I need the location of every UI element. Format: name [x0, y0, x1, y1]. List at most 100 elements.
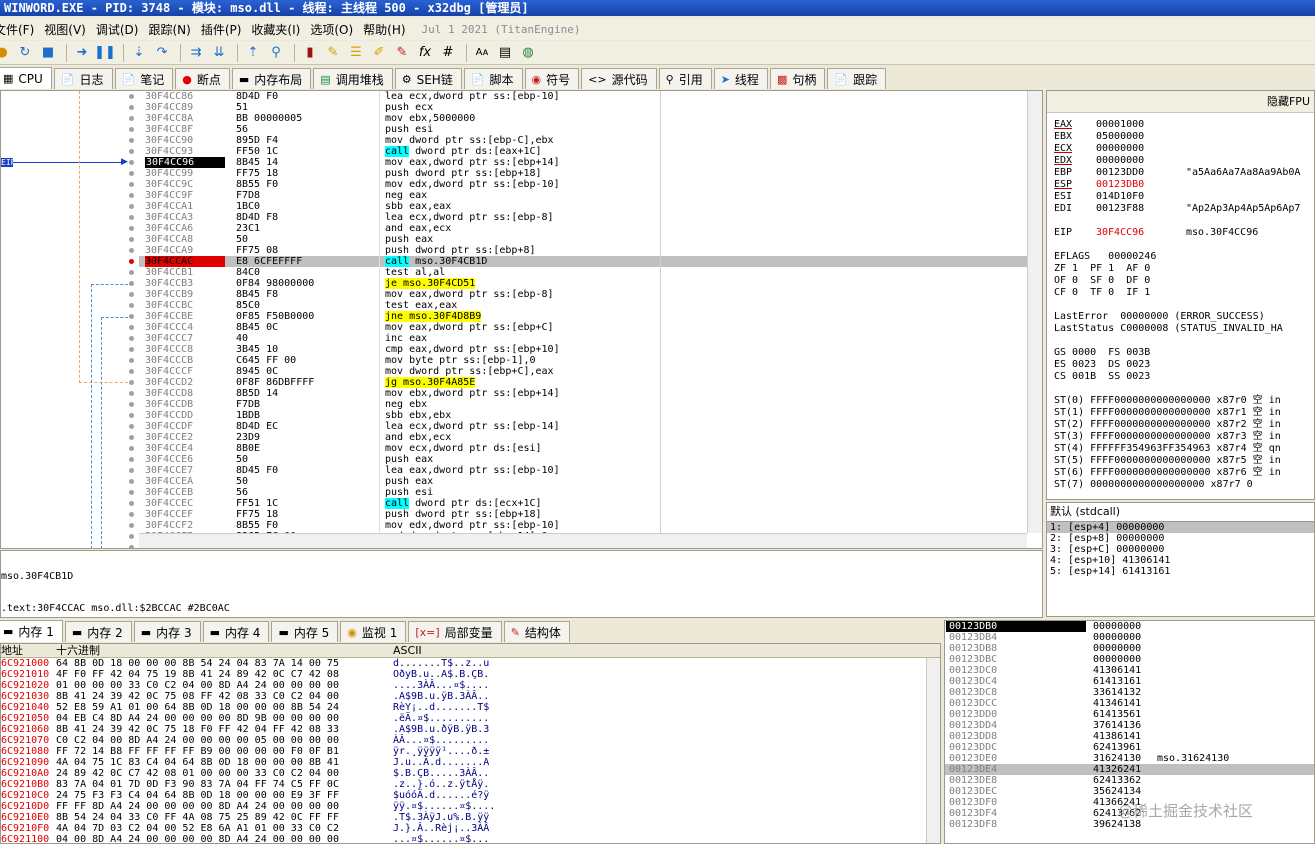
- dump-row[interactable]: 6C9210A0 24 89 42 0C C7 42 08 01 00 00 00…: [1, 768, 940, 779]
- row-dot-icon[interactable]: [129, 281, 134, 286]
- row-dot-icon[interactable]: [129, 116, 134, 121]
- disasm-row[interactable]: 30F4CCF2 8B55 F0 mov edx,dword ptr ss:[ebp…: [139, 520, 1027, 531]
- dump-row[interactable]: 6C921090 4A 04 75 1C 83 C4 04 64 8B 0D 18…: [1, 757, 940, 768]
- disasm-row[interactable]: 30F4CCB1 84C0 test al,al: [139, 267, 1027, 278]
- disasm-row[interactable]: 30F4CCCF 8945 0C mov dword ptr ss:[ebp+C],…: [139, 366, 1027, 377]
- registers-panel[interactable]: 隐藏FPU EAX 00001000 EBX 05000000 ECX 00000000 E…: [1046, 90, 1315, 500]
- fpu-register[interactable]: ST(3) FFFF0000000000000000 x87r3 空 in: [1054, 431, 1281, 443]
- register-value[interactable]: 00000000: [1096, 143, 1186, 155]
- disasm-row[interactable]: 30F4CCA8 50 push eax: [139, 234, 1027, 245]
- row-dot-icon[interactable]: [129, 138, 134, 143]
- disasm-row[interactable]: 30F4CCD2 0F8F 86DBFFFF jg mso.30F4A85E: [139, 377, 1027, 388]
- register-value[interactable]: 00000000: [1096, 155, 1186, 167]
- fpu-register[interactable]: ST(7) 0000000000000000000 x87r7 0: [1054, 479, 1253, 491]
- row-dot-icon[interactable]: [129, 193, 134, 198]
- menu-plugins[interactable]: 插件(P): [201, 21, 252, 38]
- disasm-row[interactable]: 30F4CC99 FF75 18 push dword ptr ss:[ebp+18…: [139, 168, 1027, 179]
- row-dot-icon[interactable]: [129, 523, 134, 528]
- dump-row[interactable]: 6C9210B0 83 7A 04 01 7D 0D F3 90 83 7A 04…: [1, 779, 940, 790]
- segment-row[interactable]: ES 0023 DS 0023: [1054, 359, 1150, 371]
- stack-row[interactable]: 00123DB0 00000000: [945, 621, 1314, 632]
- disasm-row[interactable]: 30F4CC8A BB 00000005 mov ebx,5000000: [139, 113, 1027, 124]
- disasm-vscroll[interactable]: [1027, 91, 1042, 533]
- segment-row[interactable]: CS 001B SS 0023: [1054, 371, 1150, 383]
- tab-symbols[interactable]: ◉ 符号: [524, 68, 580, 89]
- stack-row[interactable]: 00123DE4 41326241: [945, 764, 1314, 775]
- function-icon[interactable]: fx: [415, 43, 435, 63]
- register-value[interactable]: 00001000: [1096, 119, 1186, 131]
- row-dot-icon[interactable]: [129, 457, 134, 462]
- disassembly-view[interactable]: EIP ▶ 30F4CC86 8D4D F0 lea ecx,dword ptr s…: [0, 90, 1043, 549]
- hide-fpu-button[interactable]: 隐藏FPU: [1047, 91, 1314, 113]
- menu-favourites[interactable]: 收藏夹(I): [251, 21, 310, 38]
- row-dot-icon[interactable]: [129, 127, 134, 132]
- disasm-row[interactable]: 30F4CC9C 8B55 F0 mov edx,dword ptr ss:[ebp…: [139, 179, 1027, 190]
- comment-icon[interactable]: ☰: [346, 43, 366, 63]
- disasm-row[interactable]: 30F4CC93 FF50 1C call dword ptr ds:[eax+1C…: [139, 146, 1027, 157]
- dump-row[interactable]: 6C921050 04 EB C4 8D A4 24 00 00 00 00 8D…: [1, 713, 940, 724]
- row-dot-icon[interactable]: [129, 237, 134, 242]
- flags-row[interactable]: OF 0 SF 0 DF 0: [1054, 275, 1150, 287]
- stack-row[interactable]: 00123DE0 31624130 mso.31624130: [945, 753, 1314, 764]
- dump-row[interactable]: 6C9210F0 4A 04 7D 03 C2 04 00 52 E8 6A A1…: [1, 823, 940, 834]
- dump-row[interactable]: 6C9210C0 24 75 F3 F3 C4 04 64 8B 0D 18 00…: [1, 790, 940, 801]
- tab-watch-1[interactable]: ◉ 监视 1: [340, 621, 407, 642]
- dump-row[interactable]: 6C921040 52 E8 59 A1 01 00 64 8B 0D 18 00…: [1, 702, 940, 713]
- menu-debug[interactable]: 调试(D): [96, 21, 149, 38]
- row-dot-icon[interactable]: [129, 479, 134, 484]
- tab-memory-map[interactable]: ▬ 内存布局: [231, 68, 312, 89]
- patch-icon[interactable]: ✎: [323, 43, 343, 63]
- tab-dump-4[interactable]: ▬ 内存 4: [202, 621, 270, 642]
- argument-row[interactable]: 5: [esp+14] 61413161: [1047, 566, 1314, 577]
- stack-row[interactable]: 00123DDC 62413961: [945, 742, 1314, 753]
- disasm-row[interactable]: 30F4CC89 51 push ecx: [139, 102, 1027, 113]
- dump-row[interactable]: 6C921080 FF 72 14 B8 FF FF FF FF B9 00 00…: [1, 746, 940, 757]
- register-esi[interactable]: ESI 014D10F0: [1054, 191, 1186, 203]
- trace-over-icon[interactable]: ⇊: [209, 43, 229, 63]
- row-dot-icon[interactable]: [129, 248, 134, 253]
- stack-row[interactable]: 00123DC8 33614132: [945, 687, 1314, 698]
- row-dot-icon[interactable]: [129, 160, 134, 165]
- execute-till-return-icon[interactable]: ⇡: [243, 43, 263, 63]
- disasm-row[interactable]: 30F4CCEB 56 push esi: [139, 487, 1027, 498]
- fpu-register[interactable]: ST(0) FFFF0000000000000000 x87r0 空 in: [1054, 395, 1281, 407]
- dump-row[interactable]: 6C921060 8B 41 24 39 42 0C 75 18 F0 FF 42…: [1, 724, 940, 735]
- flags-row[interactable]: ZF 1 PF 1 AF 0: [1054, 263, 1150, 275]
- row-dot-icon[interactable]: [129, 358, 134, 363]
- step-into-icon[interactable]: ⇣: [129, 43, 149, 63]
- disasm-row[interactable]: 30F4CCB9 8B45 F8 mov eax,dword ptr ss:[ebp…: [139, 289, 1027, 300]
- tab-notes[interactable]: 📄 笔记: [114, 68, 174, 89]
- tab-call-stack[interactable]: ▤ 调用堆栈: [313, 68, 393, 89]
- menu-options[interactable]: 选项(O): [310, 21, 363, 38]
- tab-dump-1[interactable]: ▬ 内存 1: [0, 620, 63, 642]
- menu-trace[interactable]: 跟踪(N): [148, 21, 200, 38]
- disasm-row[interactable]: 30F4CCEA 50 push eax: [139, 476, 1027, 487]
- label-icon[interactable]: ✐: [369, 43, 389, 63]
- disasm-row[interactable]: 30F4CC8F 56 push esi: [139, 124, 1027, 135]
- register-value[interactable]: 05000000: [1096, 131, 1186, 143]
- tab-seh[interactable]: ⚙ SEH链: [394, 68, 462, 89]
- stack-row[interactable]: 00123DB4 00000000: [945, 632, 1314, 643]
- restart-icon[interactable]: ↻: [15, 43, 35, 63]
- dump-row[interactable]: 6C921070 C0 C2 04 00 8D A4 24 00 00 00 00…: [1, 735, 940, 746]
- dump-row[interactable]: 6C9210E0 8B 54 24 04 33 C0 FF 4A 08 75 25…: [1, 812, 940, 823]
- row-dot-icon[interactable]: [129, 204, 134, 209]
- tab-dump-2[interactable]: ▬ 内存 2: [64, 621, 132, 642]
- disasm-row[interactable]: 30F4CCAC E8 6CFEFFFF call mso.30F4CB1D: [139, 256, 1027, 267]
- register-edx[interactable]: EDX 00000000: [1054, 155, 1186, 167]
- disasm-row[interactable]: 30F4CCBC 85C0 test eax,eax: [139, 300, 1027, 311]
- disasm-row[interactable]: 30F4CC9F F7D8 neg eax: [139, 190, 1027, 201]
- disasm-row[interactable]: 30F4CCBE 0F85 F50B0000 jne mso.30F4D8B9: [139, 311, 1027, 322]
- disasm-row[interactable]: 30F4CCDB F7DB neg ebx: [139, 399, 1027, 410]
- disasm-row[interactable]: 30F4CCDD 1BDB sbb ebx,ebx: [139, 410, 1027, 421]
- eflags-value[interactable]: EFLAGS 00000246: [1054, 251, 1156, 263]
- tab-log[interactable]: 📄 日志: [53, 68, 113, 89]
- argument-row[interactable]: 2: [esp+8] 00000000: [1047, 533, 1314, 544]
- fpu-register[interactable]: ST(2) FFFF0000000000000000 x87r2 空 in: [1054, 419, 1281, 431]
- stack-row[interactable]: 00123DC4 61413161: [945, 676, 1314, 687]
- disasm-hscroll[interactable]: [139, 533, 1027, 548]
- disasm-row[interactable]: 30F4CCE7 8D45 F0 lea eax,dword ptr ss:[ebp…: [139, 465, 1027, 476]
- row-dot-icon[interactable]: [129, 446, 134, 451]
- disasm-row[interactable]: 30F4CCC7 40 inc eax: [139, 333, 1027, 344]
- run-icon[interactable]: ➜: [72, 43, 92, 63]
